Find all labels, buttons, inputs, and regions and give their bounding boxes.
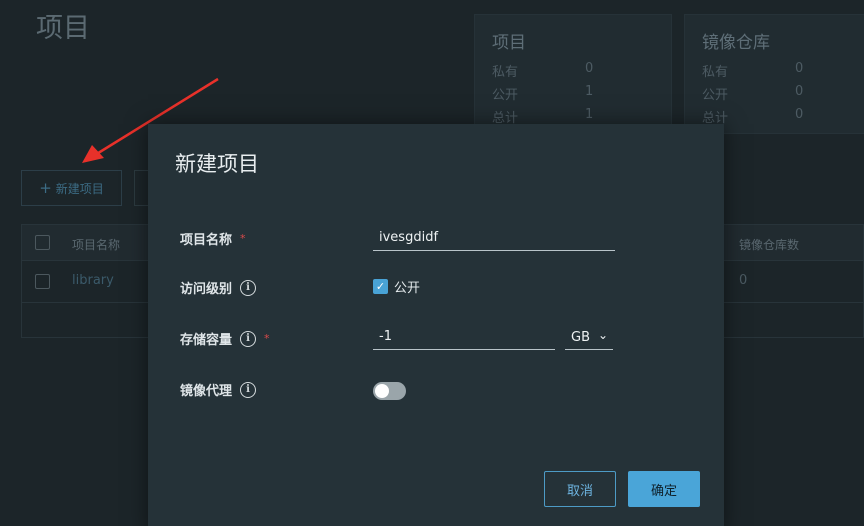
dialog-title: 新建项目 xyxy=(175,152,259,176)
project-name-input[interactable]: ivesgdidf xyxy=(373,225,615,251)
info-icon[interactable]: i xyxy=(240,381,257,398)
required-mark: * xyxy=(264,332,270,345)
cancel-button[interactable]: 取消 xyxy=(544,471,616,507)
proxy-cache-label: 镜像代理 i xyxy=(180,380,257,399)
public-checkbox-label: 公开 xyxy=(394,281,421,296)
chevron-down-icon: ⌄ xyxy=(598,327,609,342)
confirm-button[interactable]: 确定 xyxy=(628,471,700,507)
access-level-label: 访问级别 i xyxy=(180,278,257,297)
toggle-knob xyxy=(375,384,389,398)
public-checkbox-field[interactable]: ✓ 公开 xyxy=(373,277,420,296)
new-project-dialog: 新建项目 项目名称 * ivesgdidf 访问级别 i ✓ 公开 存储容量 i… xyxy=(148,124,724,526)
storage-quota-label: 存储容量 i * xyxy=(180,330,270,348)
proxy-cache-toggle[interactable] xyxy=(373,382,406,400)
storage-unit-select[interactable]: GB ⌄ xyxy=(565,326,613,350)
storage-unit-value: GB xyxy=(571,330,590,345)
info-icon[interactable]: i xyxy=(240,330,257,347)
storage-quota-input[interactable]: -1 xyxy=(373,324,555,350)
project-name-label: 项目名称 * xyxy=(180,232,246,248)
public-checkbox[interactable]: ✓ xyxy=(373,279,388,294)
info-icon[interactable]: i xyxy=(240,279,257,296)
required-mark: * xyxy=(240,232,246,245)
